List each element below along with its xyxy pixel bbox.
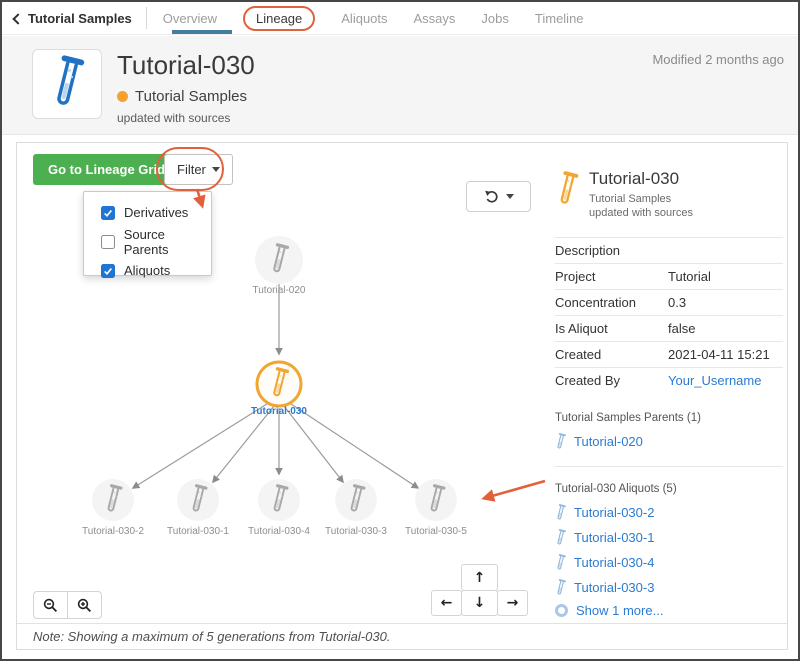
- tab-lineage[interactable]: Lineage: [243, 6, 315, 31]
- app-window: Tutorial Samples Overview Lineage Aliquo…: [0, 0, 800, 661]
- filter-option-derivatives[interactable]: Derivatives: [101, 201, 211, 224]
- node-label[interactable]: Tutorial-030-4: [248, 526, 310, 537]
- node-label[interactable]: Tutorial-030-2: [82, 526, 144, 537]
- back-link[interactable]: Tutorial Samples: [14, 11, 132, 26]
- tab-timeline[interactable]: Timeline: [535, 8, 584, 29]
- node-label[interactable]: Tutorial-030-1: [167, 526, 229, 537]
- graph-node-child[interactable]: Tutorial-030-1: [167, 479, 229, 537]
- graph-node-parent[interactable]: Tutorial-020: [253, 236, 306, 296]
- sample-type-dot-icon: [117, 91, 128, 102]
- filter-option-label: Derivatives: [124, 205, 188, 220]
- back-link-label: Tutorial Samples: [28, 11, 132, 26]
- tab-assays[interactable]: Assays: [414, 8, 456, 29]
- filter-option-source-parents[interactable]: Source Parents: [101, 230, 211, 253]
- node-label[interactable]: Tutorial-030-5: [405, 526, 467, 537]
- node-label[interactable]: Tutorial-030: [251, 406, 307, 417]
- graph-node-selected[interactable]: Tutorial-030: [251, 362, 307, 417]
- chevron-left-icon: [12, 13, 23, 24]
- tab-bar: Overview Lineage Aliquots Assays Jobs Ti…: [163, 6, 584, 31]
- graph-node-child[interactable]: Tutorial-030-5: [405, 479, 467, 537]
- checkbox-checked-icon[interactable]: [101, 206, 115, 220]
- graph-node-child[interactable]: Tutorial-030-4: [248, 479, 310, 537]
- nav-divider: [146, 7, 147, 29]
- lineage-panel: Tutorial-020 Tutorial-030 Tutorial-030-2…: [16, 142, 788, 650]
- filter-option-label: Source Parents: [124, 227, 211, 257]
- checkbox-checked-icon[interactable]: [101, 264, 115, 278]
- node-label[interactable]: Tutorial-020: [253, 285, 306, 296]
- sample-header: Tutorial-030 Tutorial Samples updated wi…: [2, 36, 798, 135]
- test-tube-icon: [41, 53, 93, 115]
- sample-type-label: Tutorial Samples: [135, 88, 247, 105]
- filter-option-label: Aliquots: [124, 263, 170, 278]
- filter-dropdown-menu: Derivatives Source Parents Aliquots: [83, 191, 212, 276]
- graph-node-child[interactable]: Tutorial-030-3: [325, 479, 387, 537]
- tab-jobs[interactable]: Jobs: [481, 8, 508, 29]
- filter-option-aliquots[interactable]: Aliquots: [101, 259, 211, 282]
- sample-type-row: Tutorial Samples: [117, 88, 247, 105]
- graph-node-child[interactable]: Tutorial-030-2: [82, 479, 144, 537]
- modified-timestamp: Modified 2 months ago: [652, 52, 784, 67]
- active-tab-indicator: [172, 30, 232, 34]
- sample-status-text: updated with sources: [117, 111, 230, 125]
- sample-icon-card: [32, 49, 102, 119]
- checkbox-unchecked-icon[interactable]: [101, 235, 115, 249]
- node-label[interactable]: Tutorial-030-3: [325, 526, 387, 537]
- tab-aliquots[interactable]: Aliquots: [341, 8, 387, 29]
- tab-overview[interactable]: Overview: [163, 8, 217, 29]
- top-navigation: Tutorial Samples Overview Lineage Aliquo…: [2, 2, 798, 35]
- page-title: Tutorial-030: [117, 50, 255, 81]
